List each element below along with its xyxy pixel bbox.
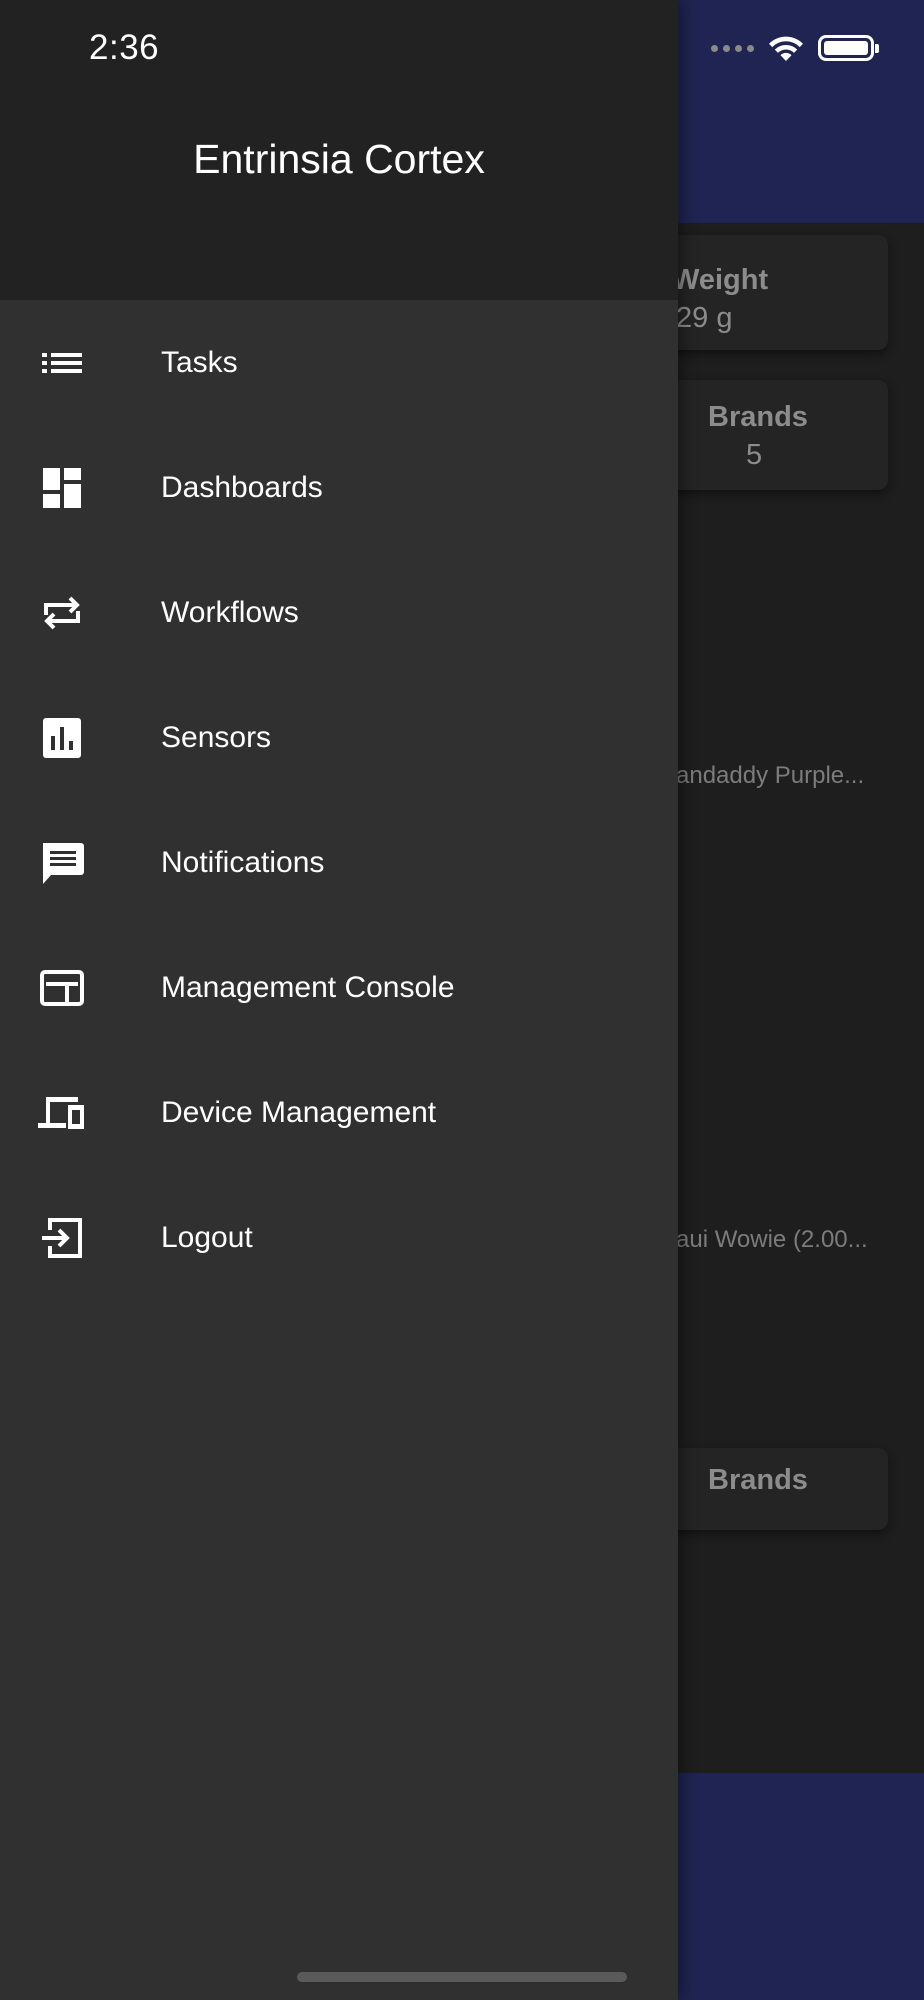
drawer-header: 2:36 Entrinsia Cortex	[0, 0, 678, 300]
menu-item-label: Notifications	[161, 845, 325, 879]
product-line-1[interactable]: andaddy Purple...	[676, 762, 864, 790]
menu-item-workflows[interactable]: Workflows	[0, 550, 678, 675]
menu-item-sensors[interactable]: Sensors	[0, 675, 678, 800]
brands-label-bottom: Brands	[708, 1464, 808, 1496]
menu-item-label: Dashboards	[161, 470, 323, 504]
navigation-drawer: 2:36 Entrinsia Cortex Tasks Dashboards W…	[0, 0, 678, 2000]
menu-item-label: Management Console	[161, 970, 455, 1004]
menu-item-tasks[interactable]: Tasks	[0, 300, 678, 425]
status-icons	[711, 34, 879, 62]
devices-icon	[38, 1089, 86, 1137]
message-icon	[38, 839, 86, 887]
drawer-menu: Tasks Dashboards Workflows Sensors Notif…	[0, 300, 678, 1300]
menu-item-label: Sensors	[161, 720, 272, 754]
battery-icon	[818, 35, 879, 61]
web-console-icon	[38, 964, 86, 1012]
brands-value: 5	[746, 439, 763, 471]
menu-item-dashboards[interactable]: Dashboards	[0, 425, 678, 550]
home-indicator[interactable]	[297, 1972, 627, 1982]
menu-item-logout[interactable]: Logout	[0, 1175, 678, 1300]
menu-item-management-console[interactable]: Management Console	[0, 925, 678, 1050]
menu-item-device-management[interactable]: Device Management	[0, 1050, 678, 1175]
menu-item-label: Device Management	[161, 1095, 437, 1129]
menu-item-label: Tasks	[161, 345, 238, 379]
weight-value: 29 g	[676, 302, 733, 334]
drawer-title: Entrinsia Cortex	[193, 136, 485, 182]
repeat-icon	[38, 589, 86, 637]
brands-label: Brands	[708, 401, 808, 433]
menu-item-label: Logout	[161, 1220, 253, 1254]
weight-label: Weight	[672, 264, 769, 296]
menu-item-label: Workflows	[161, 595, 299, 629]
cellular-signal-icon	[711, 44, 754, 52]
product-line-2[interactable]: aui Wowie (2.00...	[676, 1226, 868, 1254]
exit-icon	[38, 1214, 86, 1262]
menu-item-notifications[interactable]: Notifications	[0, 800, 678, 925]
wifi-icon	[769, 36, 803, 61]
status-time: 2:36	[89, 28, 160, 67]
dashboard-icon	[38, 464, 86, 512]
bar-chart-icon	[38, 714, 86, 762]
list-icon	[38, 339, 86, 387]
